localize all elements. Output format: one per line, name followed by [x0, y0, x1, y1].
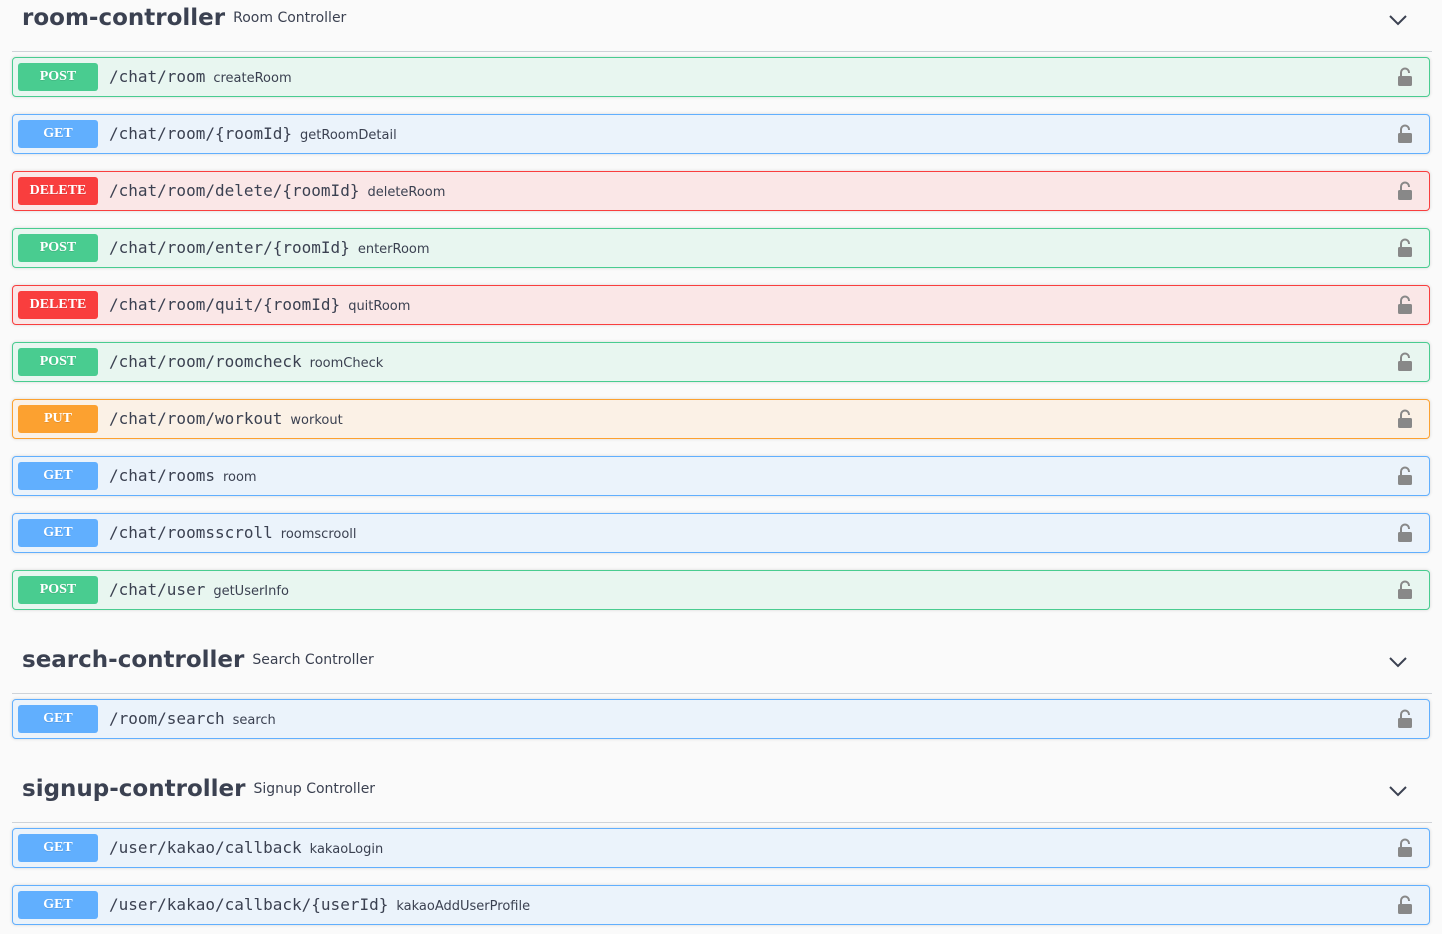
operation-summary: getUserInfo	[213, 584, 289, 599]
operation-path: /chat/room/workout	[109, 409, 283, 428]
operation-get-kakao-callback[interactable]: GET /user/kakao/callback kakaoLogin	[12, 828, 1430, 868]
operation-summary: roomscrooll	[280, 527, 357, 542]
operation-path-line: /chat/room/quit/{roomId} quitRoom	[109, 295, 410, 314]
unlocked-icon[interactable]	[1397, 466, 1413, 486]
unlocked-icon[interactable]	[1397, 67, 1413, 87]
operation-path: /chat/room/{roomId}	[109, 124, 293, 143]
operation-path: /chat/roomsscroll	[109, 523, 273, 542]
operation-get-chat-roomsscroll[interactable]: GET /chat/roomsscroll roomscrooll	[12, 513, 1430, 553]
section-title: signup-controller Signup Controller	[22, 776, 375, 802]
method-badge: POST	[18, 63, 98, 91]
operation-path: /user/kakao/callback/{userId}	[109, 895, 389, 914]
method-badge: POST	[18, 348, 98, 376]
method-badge: DELETE	[18, 177, 98, 205]
operation-path-line: /chat/room/roomcheck roomCheck	[109, 352, 383, 371]
operation-delete-chat-room[interactable]: DELETE /chat/room/delete/{roomId} deleteR…	[12, 171, 1430, 211]
section-name: signup-controller	[22, 776, 246, 802]
unlocked-icon[interactable]	[1397, 295, 1413, 315]
operation-path-line: /chat/room/delete/{roomId} deleteRoom	[109, 181, 445, 200]
operation-summary: deleteRoom	[367, 185, 446, 200]
operation-path-line: /chat/room/{roomId} getRoomDetail	[109, 124, 397, 143]
unlocked-icon[interactable]	[1397, 181, 1413, 201]
operation-path-line: /room/search search	[109, 709, 276, 728]
section-header[interactable]: signup-controller Signup Controller	[12, 771, 1432, 823]
unlocked-icon[interactable]	[1397, 895, 1413, 915]
method-badge: GET	[18, 519, 98, 547]
section-description: Search Controller	[252, 652, 374, 668]
operation-put-chat-room-workout[interactable]: PUT /chat/room/workout workout	[12, 399, 1430, 439]
operation-path: /chat/room/quit/{roomId}	[109, 295, 341, 314]
method-badge: POST	[18, 234, 98, 262]
section-name: room-controller	[22, 5, 226, 31]
operation-get-kakao-callback-userid[interactable]: GET /user/kakao/callback/{userId} kakaoAd…	[12, 885, 1430, 925]
operation-summary: search	[232, 713, 276, 728]
unlocked-icon[interactable]	[1397, 124, 1413, 144]
operation-path-line: /chat/room/enter/{roomId} enterRoom	[109, 238, 430, 257]
operation-path: /user/kakao/callback	[109, 838, 302, 857]
unlocked-icon[interactable]	[1397, 409, 1413, 429]
operation-path: /chat/rooms	[109, 466, 215, 485]
section-title: room-controller Room Controller	[22, 5, 346, 31]
operation-path: /room/search	[109, 709, 225, 728]
operation-path-line: /chat/room createRoom	[109, 67, 292, 86]
operation-path: /chat/room/enter/{roomId}	[109, 238, 350, 257]
operation-post-chat-room-roomcheck[interactable]: POST /chat/room/roomcheck roomCheck	[12, 342, 1430, 382]
operation-path-line: /chat/roomsscroll roomscrooll	[109, 523, 357, 542]
operation-summary: quitRoom	[348, 299, 411, 314]
operation-path-line: /chat/user getUserInfo	[109, 580, 289, 599]
operation-delete-chat-room-quit[interactable]: DELETE /chat/room/quit/{roomId} quitRoom	[12, 285, 1430, 325]
unlocked-icon[interactable]	[1397, 238, 1413, 258]
unlocked-icon[interactable]	[1397, 709, 1413, 729]
method-badge: GET	[18, 120, 98, 148]
operation-post-chat-room[interactable]: POST /chat/room createRoom	[12, 57, 1430, 97]
operation-get-chat-room-detail[interactable]: GET /chat/room/{roomId} getRoomDetail	[12, 114, 1430, 154]
unlocked-icon[interactable]	[1397, 580, 1413, 600]
method-badge: GET	[18, 462, 98, 490]
chevron-down-icon[interactable]	[1388, 781, 1408, 801]
operation-get-room-search[interactable]: GET /room/search search	[12, 699, 1430, 739]
operation-summary: workout	[290, 413, 343, 428]
operation-post-chat-user[interactable]: POST /chat/user getUserInfo	[12, 570, 1430, 610]
operation-summary: roomCheck	[309, 356, 384, 371]
operation-summary: enterRoom	[357, 242, 430, 257]
operation-path: /chat/room	[109, 67, 206, 86]
swagger-operations-page: room-controller Room Controller POST /cha…	[0, 0, 1442, 934]
chevron-down-icon[interactable]	[1388, 10, 1408, 30]
operation-get-chat-rooms[interactable]: GET /chat/rooms room	[12, 456, 1430, 496]
operation-path-line: /chat/rooms room	[109, 466, 257, 485]
method-badge: PUT	[18, 405, 98, 433]
method-badge: GET	[18, 834, 98, 862]
operation-post-chat-room-enter[interactable]: POST /chat/room/enter/{roomId} enterRoom	[12, 228, 1430, 268]
method-badge: GET	[18, 705, 98, 733]
operation-path-line: /user/kakao/callback kakaoLogin	[109, 838, 383, 857]
operation-summary: room	[222, 470, 257, 485]
operation-summary: kakaoAddUserProfile	[396, 899, 531, 914]
operation-summary: getRoomDetail	[300, 128, 397, 143]
operation-path-line: /chat/room/workout workout	[109, 409, 343, 428]
section-name: search-controller	[22, 647, 245, 673]
method-badge: POST	[18, 576, 98, 604]
unlocked-icon[interactable]	[1397, 523, 1413, 543]
section-title: search-controller Search Controller	[22, 647, 374, 673]
section-description: Signup Controller	[253, 781, 376, 797]
operation-path-line: /user/kakao/callback/{userId} kakaoAddUse…	[109, 895, 530, 914]
unlocked-icon[interactable]	[1397, 838, 1413, 858]
operation-summary: createRoom	[213, 71, 292, 86]
operation-path: /chat/user	[109, 580, 206, 599]
operation-path: /chat/room/delete/{roomId}	[109, 181, 360, 200]
unlocked-icon[interactable]	[1397, 352, 1413, 372]
section-description: Room Controller	[233, 10, 347, 26]
operation-summary: kakaoLogin	[309, 842, 384, 857]
section-header[interactable]: room-controller Room Controller	[12, 0, 1432, 52]
operation-path: /chat/room/roomcheck	[109, 352, 302, 371]
method-badge: DELETE	[18, 291, 98, 319]
section-header[interactable]: search-controller Search Controller	[12, 642, 1432, 694]
chevron-down-icon[interactable]	[1388, 652, 1408, 672]
method-badge: GET	[18, 891, 98, 919]
